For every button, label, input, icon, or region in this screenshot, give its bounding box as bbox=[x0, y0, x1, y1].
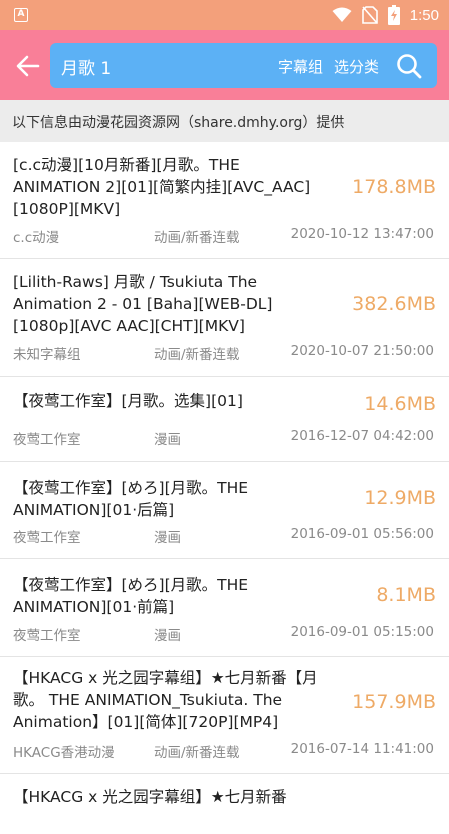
item-size: 12.9MB bbox=[364, 487, 436, 509]
item-title: 【HKACG x 光之园字幕组】★七月新番 bbox=[13, 788, 287, 806]
results-list: [c.c动漫][10月新番][月歌。THE ANIMATION 2][01][简… bbox=[0, 142, 449, 834]
list-item[interactable]: 【夜莺工作室】[めろ][月歌。THE ANIMATION][01·后篇] 12.… bbox=[0, 462, 449, 559]
item-group: 夜莺工作室 bbox=[13, 432, 81, 448]
list-item[interactable]: 【HKACG x 光之园字幕组】★七月新番【月歌。 THE ANIMATION_… bbox=[0, 657, 449, 774]
item-size: 14.6MB bbox=[364, 393, 436, 415]
clock: 1:50 bbox=[409, 6, 439, 24]
item-title: [Lilith-Raws] 月歌 / Tsukiuta The Animatio… bbox=[13, 273, 273, 335]
item-title: 【HKACG x 光之园字幕组】★七月新番【月歌。 THE ANIMATION_… bbox=[13, 669, 318, 731]
item-date: 2016-07-14 11:41:00 bbox=[290, 741, 434, 757]
wifi-icon bbox=[332, 7, 352, 22]
category-filter-button[interactable]: 选分类 bbox=[334, 56, 379, 77]
item-group: c.c动漫 bbox=[13, 230, 60, 246]
item-size: 8.1MB bbox=[376, 584, 436, 606]
item-size: 157.9MB bbox=[352, 691, 436, 713]
search-bar[interactable]: 月歌 1 字幕组 选分类 bbox=[50, 43, 437, 88]
item-group: HKACG香港动漫 bbox=[13, 745, 115, 761]
item-category: 动画/新番连载 bbox=[154, 230, 240, 246]
item-group: 夜莺工作室 bbox=[13, 530, 81, 546]
item-group: 夜莺工作室 bbox=[13, 628, 81, 644]
item-size: 382.6MB bbox=[352, 293, 436, 315]
item-date: 2016-09-01 05:56:00 bbox=[290, 526, 434, 542]
item-title: 【夜莺工作室】[めろ][月歌。THE ANIMATION][01·前篇] bbox=[13, 576, 249, 616]
item-category: 动画/新番连载 bbox=[154, 745, 240, 761]
item-size: 178.8MB bbox=[352, 176, 436, 198]
list-item[interactable]: 【HKACG x 光之园字幕组】★七月新番 bbox=[0, 774, 449, 834]
search-icon[interactable] bbox=[396, 53, 422, 79]
app-notification-icon: A bbox=[14, 8, 28, 22]
source-info-text: 以下信息由动漫花园资源网（share.dmhy.org）提供 bbox=[12, 115, 345, 131]
item-category: 漫画 bbox=[154, 530, 181, 546]
status-icons: 1:50 bbox=[332, 5, 439, 25]
status-bar: A 1:50 bbox=[0, 0, 449, 30]
item-category: 漫画 bbox=[154, 432, 181, 448]
list-item[interactable]: 【夜莺工作室】[月歌。选集][01] 14.6MB 夜莺工作室 漫画 2016-… bbox=[0, 377, 449, 462]
item-group: 未知字幕组 bbox=[13, 347, 81, 363]
search-input[interactable]: 月歌 1 bbox=[61, 54, 111, 79]
item-category: 漫画 bbox=[154, 628, 181, 644]
item-date: 2016-09-01 05:15:00 bbox=[290, 624, 434, 640]
item-category: 动画/新番连载 bbox=[154, 347, 240, 363]
item-date: 2016-12-07 04:42:00 bbox=[290, 428, 434, 444]
source-info-bar: 以下信息由动漫花园资源网（share.dmhy.org）提供 bbox=[0, 100, 449, 142]
list-item[interactable]: [c.c动漫][10月新番][月歌。THE ANIMATION 2][01][简… bbox=[0, 142, 449, 259]
battery-charging-icon bbox=[387, 5, 400, 25]
item-title: [c.c动漫][10月新番][月歌。THE ANIMATION 2][01][简… bbox=[13, 156, 311, 218]
search-header: 月歌 1 字幕组 选分类 bbox=[0, 30, 449, 100]
list-item[interactable]: [Lilith-Raws] 月歌 / Tsukiuta The Animatio… bbox=[0, 259, 449, 377]
item-title: 【夜莺工作室】[月歌。选集][01] bbox=[13, 392, 243, 410]
item-date: 2020-10-07 21:50:00 bbox=[290, 343, 434, 359]
list-item[interactable]: 【夜莺工作室】[めろ][月歌。THE ANIMATION][01·前篇] 8.1… bbox=[0, 559, 449, 657]
no-sim-icon bbox=[361, 6, 378, 24]
subtitle-group-filter-button[interactable]: 字幕组 bbox=[278, 56, 323, 77]
item-date: 2020-10-12 13:47:00 bbox=[290, 226, 434, 242]
back-arrow-icon[interactable] bbox=[14, 52, 42, 80]
item-title: 【夜莺工作室】[めろ][月歌。THE ANIMATION][01·后篇] bbox=[13, 479, 249, 519]
